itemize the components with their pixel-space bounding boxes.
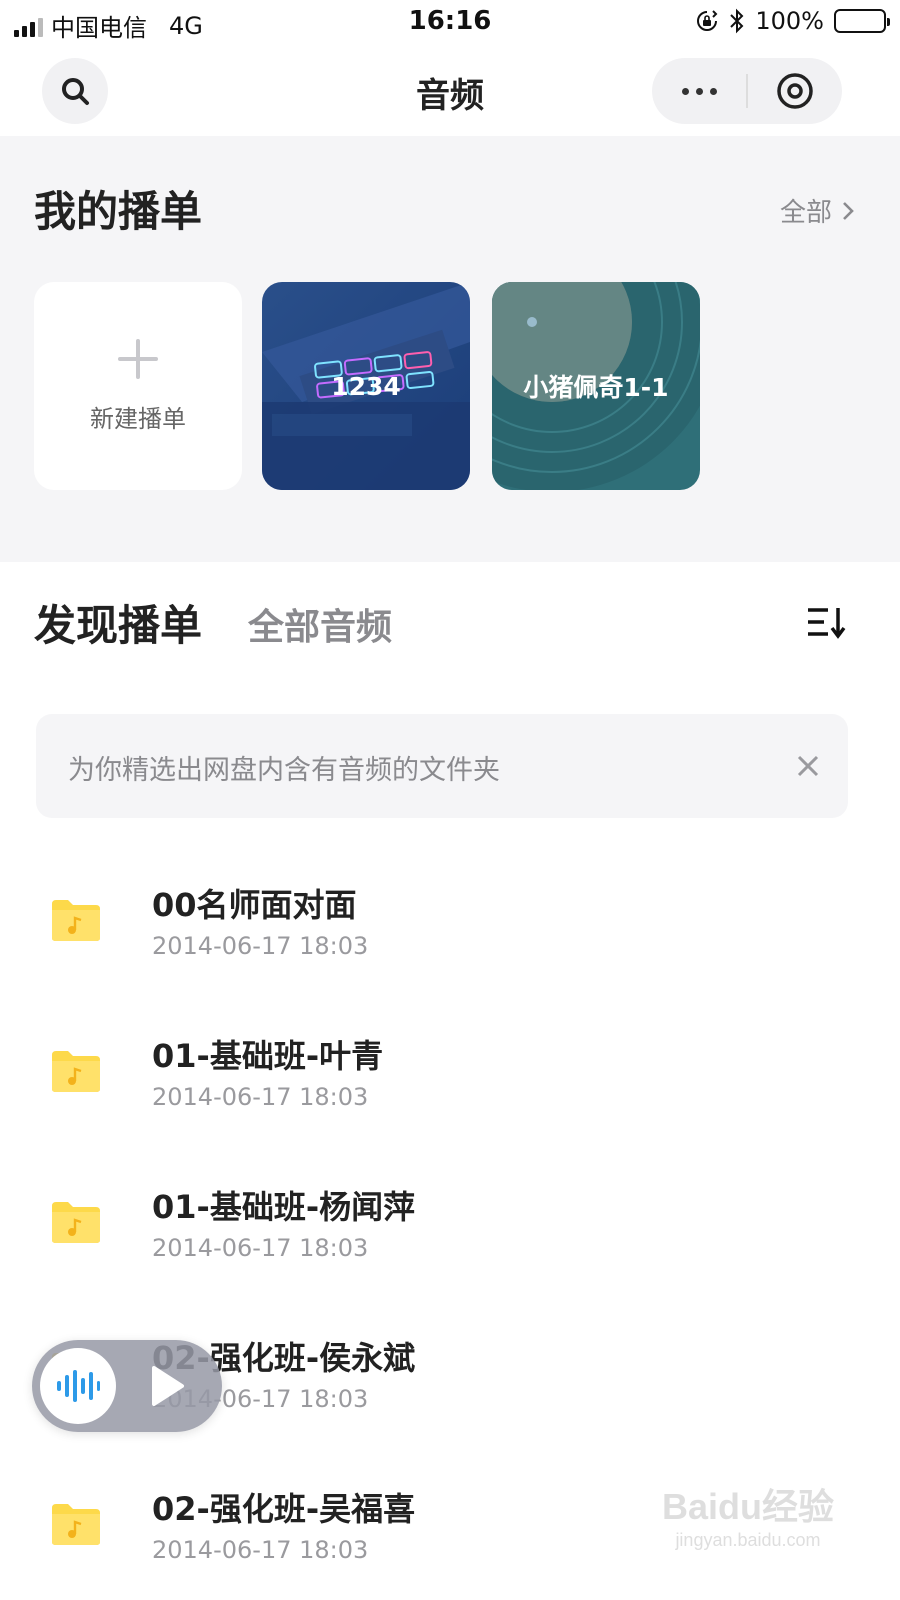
folder-name: 01-基础班-杨闻萍 bbox=[152, 1188, 416, 1226]
folder-row[interactable]: 01-基础班-叶青 2014-06-17 18:03 bbox=[0, 1003, 900, 1153]
folder-name: 00名师面对面 bbox=[152, 886, 357, 924]
close-circle-icon bbox=[777, 73, 813, 109]
plus-icon bbox=[118, 338, 158, 379]
mini-player[interactable] bbox=[32, 1340, 222, 1432]
audio-wave-icon bbox=[57, 1370, 100, 1402]
orientation-lock-icon bbox=[697, 10, 718, 31]
watermark-logo: Baidu经验 bbox=[661, 1486, 834, 1527]
playlist-card[interactable]: 小猪佩奇1-1 bbox=[492, 282, 700, 490]
music-folder-icon bbox=[52, 1504, 100, 1545]
watermark: Baidu经验 jingyan.baidu.com bbox=[662, 1478, 834, 1551]
nav-bar: 音频 bbox=[0, 48, 900, 136]
close-button[interactable] bbox=[748, 58, 842, 124]
status-bar: 中国电信 4G 16:16 100% bbox=[0, 0, 900, 48]
playlist-card[interactable]: 1234 bbox=[262, 282, 470, 490]
folder-date: 2014-06-17 18:03 bbox=[152, 1536, 369, 1564]
status-right: 100% bbox=[695, 7, 890, 35]
music-folder-icon bbox=[52, 1051, 100, 1092]
folder-name: 01-基础班-叶青 bbox=[152, 1037, 384, 1075]
folder-date: 2014-06-17 18:03 bbox=[152, 1083, 369, 1111]
bluetooth-icon bbox=[730, 8, 744, 34]
tab-discover-playlists[interactable]: 发现播单 bbox=[34, 592, 202, 653]
battery-icon bbox=[834, 9, 890, 33]
new-playlist-card[interactable]: 新建播单 bbox=[34, 282, 242, 490]
tab-all-audio[interactable]: 全部音频 bbox=[248, 598, 392, 650]
sort-button[interactable] bbox=[806, 602, 850, 642]
playlist-name: 1234 bbox=[331, 371, 401, 401]
mini-program-capsule bbox=[652, 58, 842, 124]
folder-date: 2014-06-17 18:03 bbox=[152, 1234, 369, 1262]
music-folder-icon bbox=[52, 1202, 100, 1243]
playlist-name: 小猪佩奇1-1 bbox=[523, 373, 669, 402]
close-icon[interactable] bbox=[792, 750, 824, 782]
view-all-label: 全部 bbox=[779, 198, 832, 228]
tip-banner: 为你精选出网盘内含有音频的文件夹 bbox=[36, 714, 848, 818]
new-playlist-label: 新建播单 bbox=[90, 404, 186, 433]
more-icon bbox=[681, 87, 717, 95]
watermark-url: jingyan.baidu.com bbox=[675, 1530, 821, 1550]
battery-percent: 100% bbox=[755, 7, 824, 35]
folder-date: 2014-06-17 18:03 bbox=[152, 932, 369, 960]
sort-icon bbox=[808, 608, 846, 639]
chevron-right-icon bbox=[843, 201, 854, 220]
audio-wave-button[interactable] bbox=[40, 1348, 116, 1424]
play-icon[interactable] bbox=[142, 1362, 190, 1410]
tip-text: 为你精选出网盘内含有音频的文件夹 bbox=[68, 755, 500, 786]
my-playlists-title: 我的播单 bbox=[34, 187, 203, 236]
more-button[interactable] bbox=[652, 58, 746, 124]
folder-name: 02-强化班-吴福喜 bbox=[152, 1490, 416, 1528]
folder-row[interactable]: 00名师面对面 2014-06-17 18:03 bbox=[0, 852, 900, 1002]
folder-row[interactable]: 01-基础班-杨闻萍 2014-06-17 18:03 bbox=[0, 1154, 900, 1304]
view-all-link[interactable]: 全部 bbox=[780, 192, 854, 229]
my-playlists-section: 我的播单 全部 新建播单 1234 小猪佩奇1-1 bbox=[0, 136, 900, 562]
music-folder-icon bbox=[52, 900, 100, 941]
